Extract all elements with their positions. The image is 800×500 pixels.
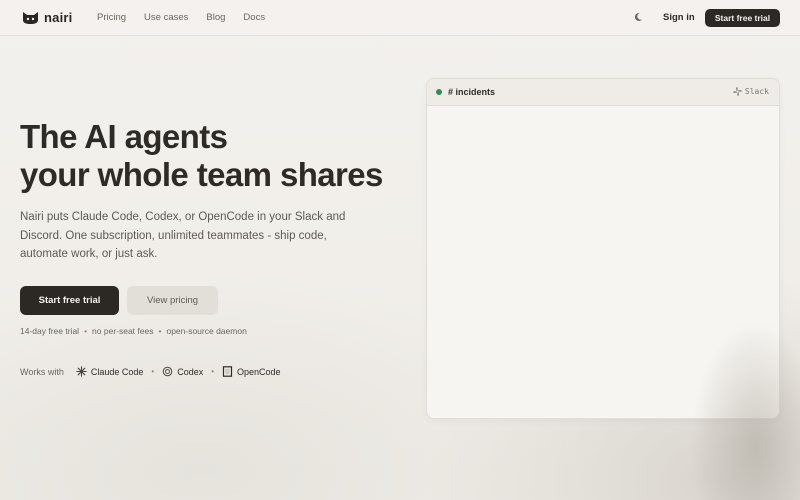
separator-dot: •: [211, 367, 215, 376]
hero-title: The AI agents your whole team shares: [20, 118, 400, 194]
view-pricing-button[interactable]: View pricing: [127, 286, 218, 315]
integration-claude-code: Claude Code: [76, 366, 144, 377]
hero-title-line-2: your whole team shares: [20, 156, 383, 193]
feature-list: 14-day free trial • no per-seat fees • o…: [20, 326, 247, 336]
nav-link-use-cases[interactable]: Use cases: [144, 12, 188, 23]
separator-dot: •: [84, 326, 88, 336]
works-with-label: Works with: [20, 366, 64, 377]
opencode-icon: [222, 366, 233, 377]
hero-title-line-1: The AI agents: [20, 118, 228, 155]
integration-label: Claude Code: [90, 366, 144, 377]
moon-icon[interactable]: [633, 12, 643, 22]
top-nav: nairi Pricing Use cases Blog Docs Sign i…: [0, 0, 800, 36]
feature-item: open-source daemon: [166, 326, 247, 336]
sign-in-link[interactable]: Sign in: [663, 12, 695, 23]
brand-logo[interactable]: nairi: [22, 10, 72, 25]
status-indicator: [436, 89, 442, 95]
panel-message-area: [427, 106, 779, 418]
nav-link-blog[interactable]: Blog: [206, 12, 225, 23]
nav-links: Pricing Use cases Blog Docs: [97, 12, 265, 23]
nav-link-docs[interactable]: Docs: [243, 12, 265, 23]
integration-label: Codex: [177, 366, 204, 377]
codex-icon: [162, 366, 173, 377]
brand-name: nairi: [44, 10, 73, 25]
claude-icon: [76, 366, 87, 377]
slack-icon: [733, 87, 742, 96]
channel-name: # incidents: [448, 87, 496, 97]
feature-item: 14-day free trial: [20, 326, 80, 336]
platform-label: Slack: [744, 87, 769, 96]
separator-dot: •: [158, 326, 162, 336]
works-with-row: Works with Claude Code • Codex • OpenCod…: [20, 366, 281, 377]
separator-dot: •: [151, 367, 155, 376]
nav-link-pricing[interactable]: Pricing: [97, 12, 126, 23]
integration-label: OpenCode: [237, 366, 281, 377]
integration-codex: Codex: [162, 366, 203, 377]
nav-start-trial-button[interactable]: Start free trial: [705, 9, 780, 27]
hero-description: Nairi puts Claude Code, Codex, or OpenCo…: [20, 211, 346, 260]
start-free-trial-button[interactable]: Start free trial: [20, 286, 119, 315]
panel-header: # incidents Slack: [427, 79, 779, 106]
feature-item: no per-seat fees: [92, 326, 154, 336]
cat-logo-icon: [23, 11, 38, 24]
platform-badge: Slack: [733, 87, 769, 96]
slack-channel-panel: # incidents Slack: [426, 78, 780, 419]
integration-opencode: OpenCode: [222, 366, 281, 377]
